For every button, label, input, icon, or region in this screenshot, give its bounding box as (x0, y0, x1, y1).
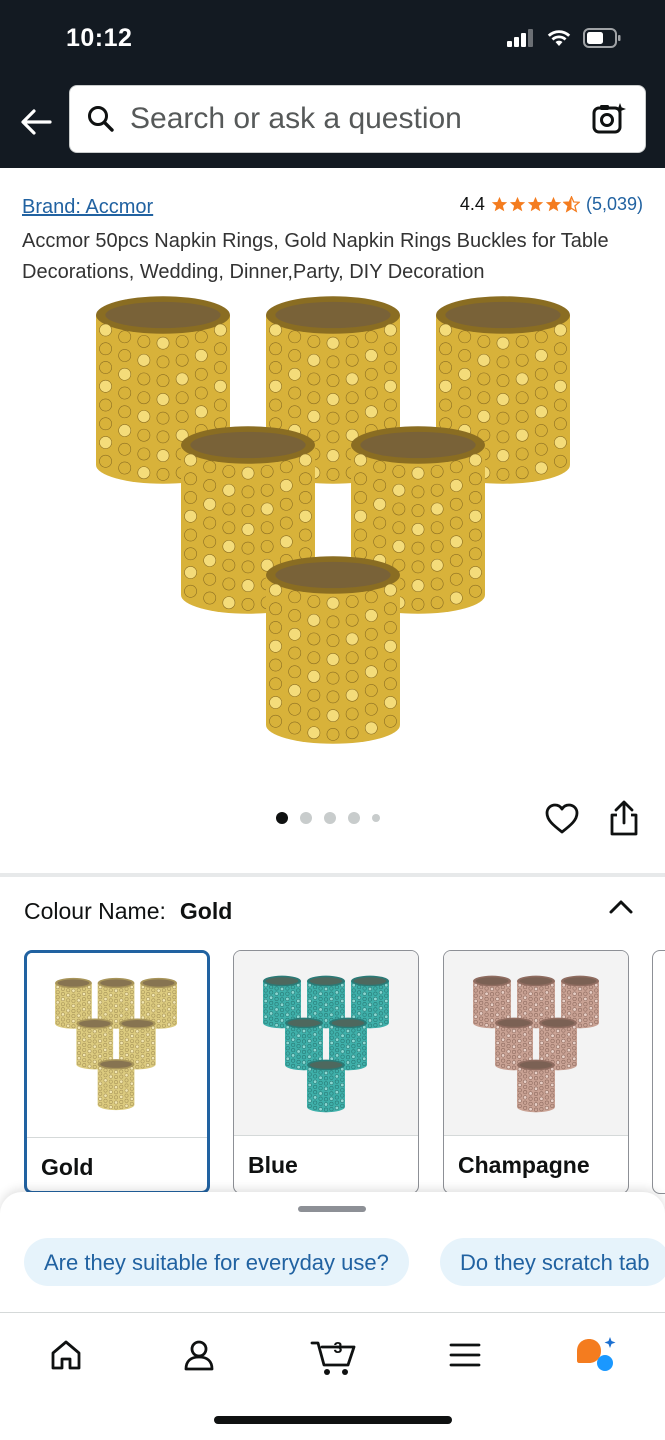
colour-name-row: Colour Name: Gold (24, 898, 232, 925)
home-icon (51, 1340, 81, 1370)
star-rating (491, 196, 580, 213)
section-divider (0, 873, 665, 877)
brand-link[interactable]: Brand: Accmor (22, 196, 153, 219)
star-icon (509, 196, 526, 212)
home-indicator (214, 1416, 452, 1424)
carousel-dot[interactable] (372, 814, 380, 822)
star-icon (527, 196, 544, 212)
suggestions-sheet: Are they suitable for everyday use? Do t… (0, 1192, 665, 1312)
collapse-button[interactable] (606, 892, 636, 922)
cart-icon: 3 (310, 1340, 356, 1375)
colour-swatch-blue[interactable]: Blue (233, 950, 419, 1194)
suggestion-chip[interactable]: Do they scratch tab (440, 1238, 665, 1286)
colour-label: Colour Name: (24, 898, 166, 924)
cart-count: 3 (334, 1340, 343, 1357)
swatch-label: Champagne (444, 1135, 628, 1193)
nav-cart[interactable]: 3 (310, 1333, 358, 1377)
status-icons (507, 28, 621, 48)
back-arrow-icon (21, 109, 52, 135)
search-header: Search or ask a question (0, 80, 665, 168)
search-input[interactable]: Search or ask a question (69, 85, 646, 153)
share-button[interactable] (606, 799, 642, 837)
suggestion-chip[interactable]: Are they suitable for everyday use? (24, 1238, 409, 1286)
product-title: Accmor 50pcs Napkin Rings, Gold Napkin R… (22, 230, 609, 283)
carousel-dot[interactable] (276, 812, 288, 824)
swatch-label: Blue (234, 1135, 418, 1193)
wifi-icon (547, 30, 571, 46)
swatch-image (234, 951, 418, 1135)
napkin-ring (97, 1059, 135, 1111)
nav-menu[interactable] (443, 1333, 487, 1377)
rating-row[interactable]: 4.4 (5,039) (460, 194, 643, 215)
napkin-ring (266, 556, 400, 744)
swatch-image (444, 951, 628, 1135)
carousel-dot[interactable] (324, 812, 336, 824)
review-count-link[interactable]: (5,039) (586, 194, 643, 215)
star-icon (545, 196, 562, 212)
menu-icon (449, 1343, 481, 1367)
camera-search-icon[interactable] (589, 99, 629, 139)
napkin-ring (307, 1059, 345, 1113)
status-bar: 10:12 (0, 0, 665, 80)
swatch-image (27, 953, 207, 1137)
image-carousel-dots[interactable] (276, 812, 380, 824)
nav-account[interactable] (177, 1333, 221, 1377)
rufus-icon (577, 1337, 616, 1371)
colour-swatch-gold[interactable]: Gold (24, 950, 210, 1194)
star-icon (491, 196, 508, 212)
carousel-dot[interactable] (348, 812, 360, 824)
colour-swatch-champagne[interactable]: Champagne (443, 950, 629, 1194)
half-star-icon (562, 196, 580, 213)
product-image[interactable] (0, 290, 665, 770)
account-icon (184, 1340, 214, 1371)
back-button[interactable] (14, 100, 58, 144)
swatch-label: Gold (27, 1137, 207, 1191)
battery-icon (583, 28, 621, 48)
nav-home[interactable] (44, 1333, 88, 1377)
share-icon (610, 800, 638, 836)
rating-value: 4.4 (459, 194, 485, 214)
search-placeholder: Search or ask a question (130, 102, 462, 135)
sheet-handle[interactable] (298, 1206, 366, 1212)
napkin-rings-image (96, 296, 570, 744)
carousel-dot[interactable] (300, 812, 312, 824)
status-time: 10:12 (66, 24, 133, 52)
colour-selected-value: Gold (179, 898, 233, 924)
chevron-up-icon (609, 900, 633, 914)
wishlist-button[interactable] (544, 801, 580, 837)
search-icon (86, 104, 116, 134)
napkin-ring (517, 1059, 555, 1113)
heart-icon (545, 803, 579, 834)
colour-swatch-more[interactable] (652, 950, 665, 1194)
nav-rufus[interactable] (574, 1333, 618, 1377)
signal-icon (507, 29, 533, 47)
